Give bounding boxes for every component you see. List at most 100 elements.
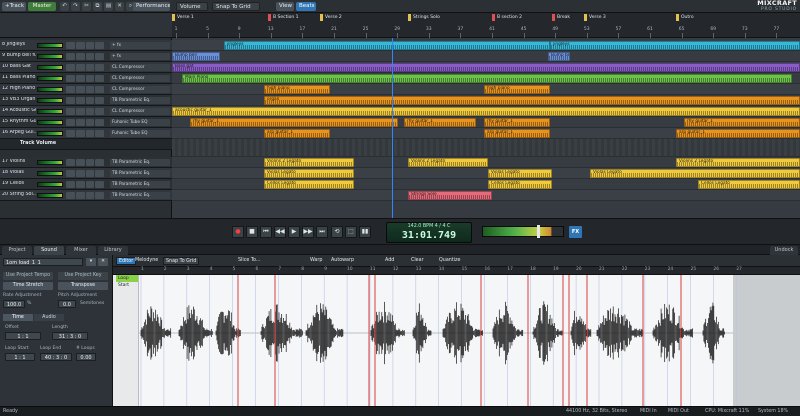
warp-button[interactable]: Warp	[310, 257, 322, 265]
solo-button[interactable]	[75, 170, 85, 177]
play-button[interactable]: ▶	[288, 226, 300, 238]
track-fx-slot[interactable]: Fuhonic Tube EQ	[110, 130, 170, 137]
time-stretch-button[interactable]: Time Stretch	[3, 282, 53, 290]
mute-button[interactable]	[66, 192, 75, 199]
copy-icon[interactable]: ⧉	[93, 2, 102, 11]
clip[interactable]: Strings Solo	[408, 191, 492, 200]
track-controls[interactable]	[66, 170, 104, 177]
use-project-tempo-button[interactable]: Use Project Tempo	[3, 272, 53, 280]
fx-toggle[interactable]	[95, 181, 104, 188]
mute-button[interactable]	[66, 108, 75, 115]
mute-button[interactable]	[66, 42, 75, 49]
loop-start-input[interactable]: 1 : 1	[5, 353, 35, 361]
snap-select[interactable]: Snap To Grid	[212, 2, 260, 11]
master-button[interactable]: Master	[28, 2, 56, 11]
track-header[interactable]: 20 String Sol.. TB Parametric Eq.	[0, 190, 172, 201]
mute-button[interactable]	[66, 119, 75, 126]
arm-button[interactable]	[85, 53, 95, 60]
slice-to-button[interactable]: Slice To...	[238, 257, 260, 265]
clip[interactable]: Cellos Legato	[488, 180, 552, 189]
track-fx-slot[interactable]: TB Parametric Eq.	[110, 181, 170, 188]
fx-toggle[interactable]	[95, 108, 104, 115]
clip[interactable]: Main Piano	[182, 74, 792, 83]
fx-toggle[interactable]	[95, 53, 104, 60]
track-controls[interactable]	[66, 53, 104, 60]
section-marker[interactable]: Outro	[676, 14, 694, 21]
track-header[interactable]: 13 VB3 Organ TB Parametric Eq.	[0, 95, 172, 106]
arm-button[interactable]	[85, 130, 95, 137]
transpose-button[interactable]: Transpose	[58, 282, 108, 290]
track-header[interactable]: 8 Jingleys + fx	[0, 40, 172, 51]
sound-menu-icon[interactable]: ▾	[86, 258, 96, 266]
solo-button[interactable]	[75, 97, 85, 104]
fx-toggle[interactable]	[95, 42, 104, 49]
redo-icon[interactable]: ↷	[71, 2, 80, 11]
section-marker[interactable]: Strings Solo	[408, 14, 440, 21]
loops-input[interactable]: 0.00	[76, 353, 96, 361]
rate-input[interactable]: 100.0	[3, 300, 25, 308]
automation-lane-header[interactable]: Track Volume	[0, 139, 172, 150]
editor-ruler[interactable]: 1 2 3 4 5 6 7 8 9 10 11 12 13 14 15 16 17 18 19 20 21 22 23 24 2…	[113, 267, 800, 275]
clip[interactable]: arp guitar_1	[676, 129, 800, 138]
track-header[interactable]: 11 Bass Piano CL Compressor	[0, 73, 172, 84]
clip[interactable]: Bass gat	[172, 63, 800, 72]
track-controls[interactable]	[66, 86, 104, 93]
track-controls[interactable]	[66, 130, 104, 137]
undock-button[interactable]: Undock	[770, 246, 798, 255]
arm-button[interactable]	[85, 170, 95, 177]
tab-sound[interactable]: Sound	[34, 246, 64, 255]
delete-icon[interactable]: ✕	[115, 2, 124, 11]
fx-toggle[interactable]	[95, 119, 104, 126]
track-controls[interactable]	[66, 64, 104, 71]
track-header[interactable]: 12 High Piano CL Compressor	[0, 84, 172, 95]
clip[interactable]: Violas Legato	[264, 169, 354, 178]
track-fx-slot[interactable]: CL Compressor	[110, 75, 170, 82]
solo-button[interactable]	[75, 192, 85, 199]
automation-lane[interactable]	[172, 139, 800, 157]
fx-toggle[interactable]	[95, 130, 104, 137]
clip[interactable]: jingleys	[550, 41, 800, 50]
track-controls[interactable]	[66, 192, 104, 199]
master-volume-meter[interactable]	[482, 225, 564, 238]
track-fx-slot[interactable]: Fuhonic Tube EQ	[110, 119, 170, 126]
metronome-button[interactable]: ⬚	[345, 226, 357, 238]
master-fx-button[interactable]: FX	[569, 226, 582, 238]
track-fx-slot[interactable]: CL Compressor	[110, 64, 170, 71]
track-controls[interactable]	[66, 42, 104, 49]
tab-mixer[interactable]: Mixer	[66, 246, 96, 255]
track-header[interactable]: 17 Violins TB Parametric Eq.	[0, 157, 172, 168]
track-fx-slot[interactable]: CL Compressor	[110, 108, 170, 115]
clip[interactable]: Violins 2 Legato	[264, 158, 354, 167]
tab-library[interactable]: Library	[98, 246, 128, 255]
arm-button[interactable]	[85, 192, 95, 199]
clip[interactable]: rhy guitar_1	[190, 118, 398, 127]
clip[interactable]: Bump bell	[172, 52, 220, 61]
arm-button[interactable]	[85, 119, 95, 126]
clip[interactable]: arp guitar_1	[264, 129, 330, 138]
tab-time[interactable]: Time	[3, 314, 33, 321]
length-input[interactable]: 31 : 3 : 0	[52, 332, 88, 340]
rewind-button[interactable]: ◀◀	[274, 226, 286, 238]
sound-close-icon[interactable]: ✕	[98, 258, 108, 266]
fx-toggle[interactable]	[95, 170, 104, 177]
track-header[interactable]: 16 Arpeg Gui.. Fuhonic Tube EQ	[0, 128, 172, 139]
solo-button[interactable]	[75, 86, 85, 93]
clip[interactable]: Cellos Legato	[264, 180, 354, 189]
clip[interactable]: Violins 2 Legato	[676, 158, 800, 167]
arm-button[interactable]	[85, 97, 95, 104]
fast-forward-button[interactable]: ▶▶	[302, 226, 314, 238]
add-marker-button[interactable]: Add	[385, 257, 394, 265]
autowarp-button[interactable]: Autowarp	[331, 257, 354, 265]
fx-toggle[interactable]	[95, 75, 104, 82]
clip[interactable]: rhy guitar_1	[684, 118, 800, 127]
track-fx-slot[interactable]: TB Parametric Eq.	[110, 97, 170, 104]
track-fx-slot[interactable]: + fx	[110, 42, 170, 49]
track-controls[interactable]	[66, 108, 104, 115]
tab-audio[interactable]: Audio	[34, 314, 64, 321]
volume-select[interactable]: Volume	[176, 2, 208, 11]
track-lane[interactable]	[172, 51, 800, 62]
quantize-button[interactable]: Quantize	[439, 257, 460, 265]
beats-button[interactable]: Beats	[296, 2, 316, 11]
melodyne-button[interactable]: Melodyne	[135, 257, 158, 265]
clip[interactable]: rhy guitar_1	[404, 118, 476, 127]
